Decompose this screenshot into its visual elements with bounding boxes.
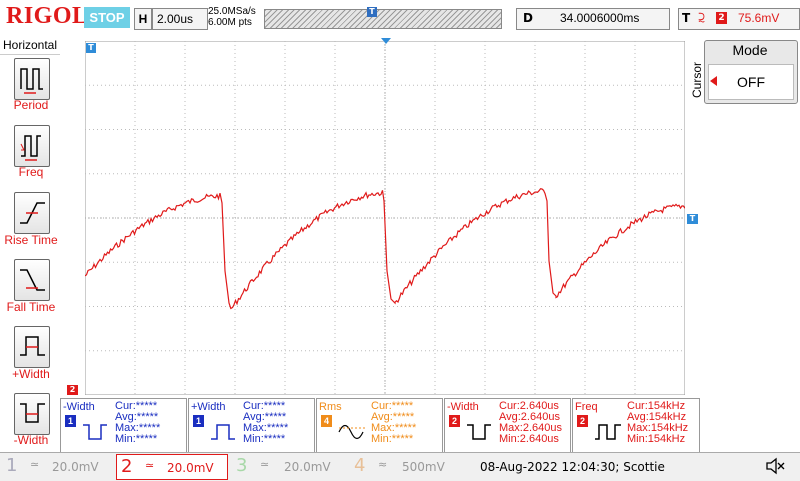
- period-button[interactable]: [14, 58, 50, 100]
- fall-time-icon: [20, 269, 45, 291]
- trigger-level-marker: T: [687, 214, 698, 224]
- pos-width-label: +Width: [12, 367, 50, 381]
- rise-time-button[interactable]: [14, 192, 50, 234]
- trigger-time-arrow: [381, 38, 391, 44]
- cursor-label: Cursor: [690, 61, 704, 98]
- freq-button[interactable]: [14, 125, 50, 167]
- meas-name: +Width: [191, 401, 226, 413]
- measurement-panel[interactable]: Freq 2 Cur:154kHz Avg:154kHz Max:154kHz …: [572, 398, 700, 454]
- measurement-panel[interactable]: Rms 4 Cur:***** Avg:***** Max:***** Min:…: [316, 398, 443, 454]
- channel-scale: 500mV: [402, 460, 445, 474]
- fall-time-label: Fall Time: [6, 300, 56, 314]
- meas-channel-badge: 1: [65, 415, 76, 427]
- menu-title: Horizontal: [0, 38, 60, 55]
- mode-selector[interactable]: OFF: [708, 64, 794, 100]
- neg-width-label: -Width: [13, 433, 49, 447]
- period-label: Period: [13, 98, 49, 112]
- channel-1-status[interactable]: 1 ≃ 20.0mV: [0, 454, 114, 478]
- freq-icon: [595, 424, 621, 440]
- memory-depth: 6.00M pts: [208, 17, 252, 28]
- ch2-ground-marker: 2: [67, 385, 78, 395]
- neg-width-icon: [467, 424, 491, 440]
- coupling-icon: ≈: [378, 458, 388, 471]
- time-origin-marker: T: [86, 43, 96, 53]
- meas-name: -Width: [447, 401, 479, 413]
- horizontal-label: H: [134, 8, 152, 30]
- meas-name: -Width: [63, 401, 95, 413]
- trigger-edge-icon: ⫈: [698, 11, 706, 25]
- measurement-panel[interactable]: +Width 1 Cur:***** Avg:***** Max:***** M…: [188, 398, 315, 454]
- channel-scale: 20.0mV: [52, 460, 99, 474]
- freq-icon: [20, 135, 41, 161]
- freq-label: Freq: [18, 165, 44, 179]
- meas-name: Rms: [319, 401, 342, 413]
- meas-channel-badge: 2: [577, 415, 588, 427]
- waveform-display[interactable]: [85, 41, 685, 395]
- meas-min: Min:*****: [243, 433, 286, 445]
- pos-width-icon: [211, 424, 235, 440]
- meas-channel-badge: 2: [449, 415, 460, 427]
- meas-channel-badge: 1: [193, 415, 204, 427]
- trigger-channel-badge: 2: [716, 12, 727, 24]
- memory-overview-bar: [264, 9, 502, 29]
- channel-4-status[interactable]: 4 ≈ 500mV: [350, 454, 460, 478]
- channel-number: 1: [6, 455, 18, 476]
- sample-info: 25.0MSa/s 6.00M pts: [208, 6, 256, 28]
- meas-min: Min:154kHz: [627, 433, 686, 445]
- mode-left-arrow-icon: [710, 76, 717, 86]
- date-time-stamp: 08-Aug-2022 12:04:30; Scottie: [480, 460, 665, 474]
- meas-min: Min:*****: [115, 433, 158, 445]
- mode-title: Mode: [732, 42, 768, 58]
- channel-scale: 20.0mV: [167, 461, 214, 475]
- channel-number: 4: [354, 455, 366, 476]
- rigol-logo: RIGOL: [6, 3, 89, 29]
- meas-min: Min:2.640us: [499, 433, 559, 445]
- rms-sine-icon: [338, 424, 365, 440]
- channel-scale: 20.0mV: [284, 460, 331, 474]
- channel-number: 2: [121, 456, 133, 477]
- sample-rate: 25.0MSa/s: [208, 6, 256, 17]
- measurement-panel[interactable]: -Width 2 Cur:2.640us Avg:2.640us Max:2.6…: [444, 398, 571, 454]
- rise-time-label: Rise Time: [4, 233, 58, 247]
- rise-time-icon: [20, 202, 45, 224]
- pos-width-button[interactable]: [14, 326, 50, 368]
- coupling-icon: ≃: [260, 458, 270, 471]
- delay-label: D: [523, 11, 533, 25]
- measurement-panel[interactable]: -Width 1 Cur:***** Avg:***** Max:***** M…: [60, 398, 187, 454]
- channel-number: 3: [236, 455, 248, 476]
- neg-width-button[interactable]: [14, 393, 50, 435]
- trigger-position-marker: T: [367, 7, 377, 17]
- timebase-value[interactable]: 2.00us: [152, 8, 208, 30]
- delay-value: 34.0006000ms: [560, 11, 640, 25]
- channel-2-status[interactable]: 2 ≃ 20.0mV: [116, 454, 228, 480]
- trigger-label: T: [682, 11, 691, 25]
- channel-3-status[interactable]: 3 ≃ 20.0mV: [232, 454, 342, 478]
- speaker-muted-icon[interactable]: [764, 456, 786, 480]
- neg-width-icon: [20, 403, 45, 423]
- trigger-level: 75.6mV: [738, 11, 780, 25]
- fall-time-button[interactable]: [14, 259, 50, 301]
- neg-width-icon: [83, 424, 107, 440]
- coupling-icon: ≃: [145, 459, 155, 472]
- pos-width-icon: [20, 336, 45, 356]
- meas-channel-badge: 4: [321, 415, 332, 427]
- meas-min: Min:*****: [371, 433, 414, 445]
- mode-value: OFF: [737, 74, 765, 90]
- meas-name: Freq: [575, 401, 598, 413]
- run-stop-status[interactable]: STOP: [84, 7, 130, 28]
- period-icon: [20, 68, 43, 94]
- coupling-icon: ≃: [30, 458, 40, 471]
